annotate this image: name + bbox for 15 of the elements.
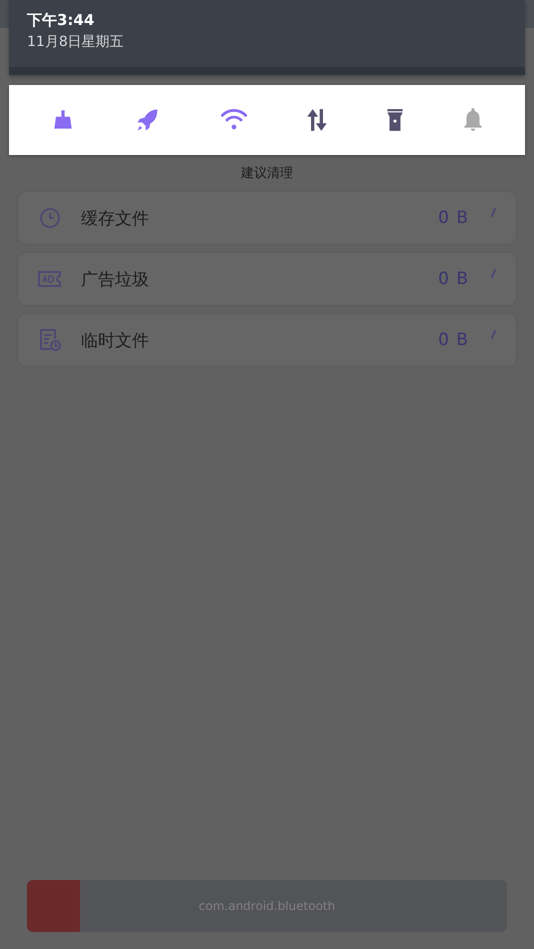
spinner-icon [491, 208, 496, 216]
spinner-icon [491, 330, 496, 338]
item-label: 临时文件 [81, 330, 150, 352]
section-title: 建议清理 [241, 165, 293, 182]
file-clock-icon [38, 328, 62, 352]
flashlight-icon [386, 108, 404, 132]
item-label: 缓存文件 [81, 208, 150, 230]
date-label: 11月8日星期五 [27, 33, 124, 51]
data-transfer-icon [306, 107, 328, 133]
ad-ticket-icon [38, 270, 62, 288]
item-label: 广告垃圾 [81, 268, 150, 290]
clock-icon [39, 207, 61, 229]
bell-icon [462, 107, 484, 133]
spinner-icon [491, 268, 496, 278]
clock-time: 下午3:44 [27, 11, 94, 30]
